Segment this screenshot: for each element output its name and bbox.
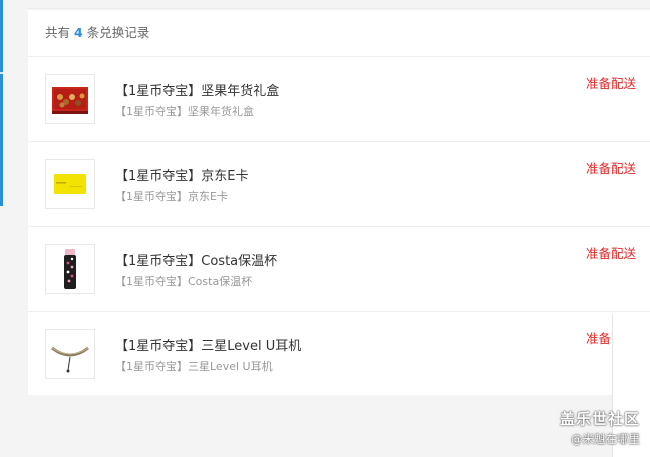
order-status: 准备配送 xyxy=(585,161,636,176)
order-title[interactable]: 【1星币夺宝】三星Level U耳机 xyxy=(115,335,301,354)
jd-ecard-icon[interactable] xyxy=(45,159,95,209)
nut-gift-box-icon[interactable] xyxy=(45,74,95,124)
order-title[interactable]: 【1星币夺宝】坚果年货礼盒 xyxy=(115,80,279,99)
order-item[interactable]: 【1星币夺宝】京东E卡 【1星币夺宝】京东E卡 准备配送 xyxy=(28,142,650,227)
thermos-cup-icon[interactable] xyxy=(45,244,95,294)
records-count: 4 xyxy=(74,25,83,40)
order-subtitle: 【1星币夺宝】Costa保温杯 xyxy=(115,275,253,288)
order-title[interactable]: 【1星币夺宝】Costa保温杯 xyxy=(115,250,277,269)
neckband-headphones-icon[interactable] xyxy=(45,329,95,379)
redemption-records-panel: 共有 4 条兑换记录 【1星币夺宝】坚果年货礼盒 【1星币夺宝】坚果年货礼盒 准备配… xyxy=(28,10,650,395)
order-subtitle: 【1星币夺宝】坚果年货礼盒 xyxy=(115,105,254,118)
watermark: 盖乐世社区 @米魁在哪里 xyxy=(560,408,640,447)
left-accent-divider xyxy=(0,72,3,74)
order-status: 准备配送 xyxy=(585,76,636,91)
watermark-site: 盖乐世社区 xyxy=(559,410,640,428)
watermark-user: @米魁在哪里 xyxy=(571,432,640,446)
order-subtitle: 【1星币夺宝】三星Level U耳机 xyxy=(115,360,273,373)
summary-suffix: 条兑换记录 xyxy=(86,25,150,40)
order-subtitle: 【1星币夺宝】京东E卡 xyxy=(115,190,228,203)
records-summary: 共有 4 条兑换记录 xyxy=(28,10,650,57)
summary-prefix: 共有 xyxy=(45,25,71,40)
left-accent-bar xyxy=(0,0,3,206)
order-title[interactable]: 【1星币夺宝】京东E卡 xyxy=(115,165,249,184)
order-status: 准备配送 xyxy=(585,246,636,261)
order-item[interactable]: 【1星币夺宝】三星Level U耳机 【1星币夺宝】三星Level U耳机 准备… xyxy=(28,312,650,396)
order-item[interactable]: 【1星币夺宝】坚果年货礼盒 【1星币夺宝】坚果年货礼盒 准备配送 xyxy=(28,57,650,142)
order-item[interactable]: 【1星币夺宝】Costa保温杯 【1星币夺宝】Costa保温杯 准备配送 xyxy=(28,227,650,312)
top-divider xyxy=(28,0,650,9)
